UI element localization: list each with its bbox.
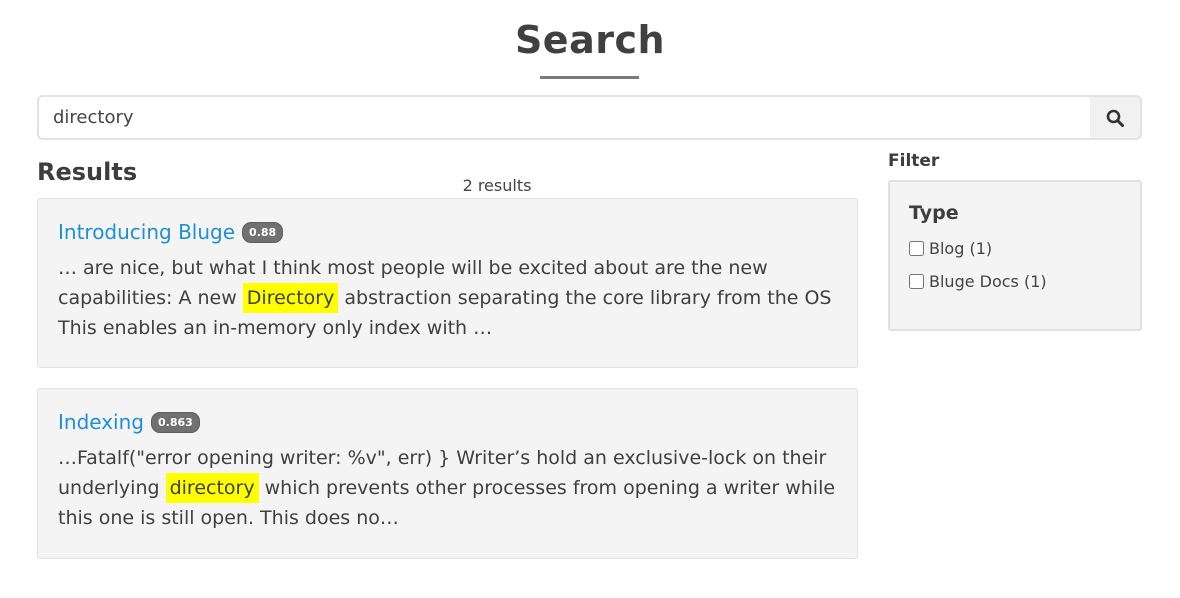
facet-checkbox[interactable] [909,274,924,289]
score-badge: 0.863 [151,411,200,433]
facet-label: Blog (1) [929,239,993,258]
page-title: Search [514,18,666,62]
facet-blog[interactable]: Blog (1) [909,232,1121,265]
result-title-link[interactable]: Indexing [58,410,144,434]
score-badge: 0.88 [242,221,284,243]
title-underline [540,76,639,79]
results-count: 2 results [462,176,532,195]
search-icon [1106,109,1124,127]
result-card: Introducing Bluge 0.88 … are nice, but w… [37,198,858,368]
result-snippet: … are nice, but what I think most people… [58,257,832,339]
result-card: Indexing 0.863 …Fatalf("error opening wr… [37,388,858,559]
search-input[interactable] [37,95,1091,140]
filter-heading: Filter [888,151,940,171]
search-highlight: Directory [242,283,339,313]
result-snippet: …Fatalf("error opening writer: %v", err)… [58,447,836,529]
search-button[interactable] [1090,95,1142,140]
filter-group-label: Type [909,202,959,224]
filter-panel: Type Blog (1) Bluge Docs (1) [888,180,1142,331]
facet-checkbox[interactable] [909,241,924,256]
search-highlight: directory [165,473,259,503]
facet-label: Bluge Docs (1) [929,272,1047,291]
facet-bluge-docs[interactable]: Bluge Docs (1) [909,265,1121,298]
result-title-link[interactable]: Introducing Bluge [58,220,235,244]
